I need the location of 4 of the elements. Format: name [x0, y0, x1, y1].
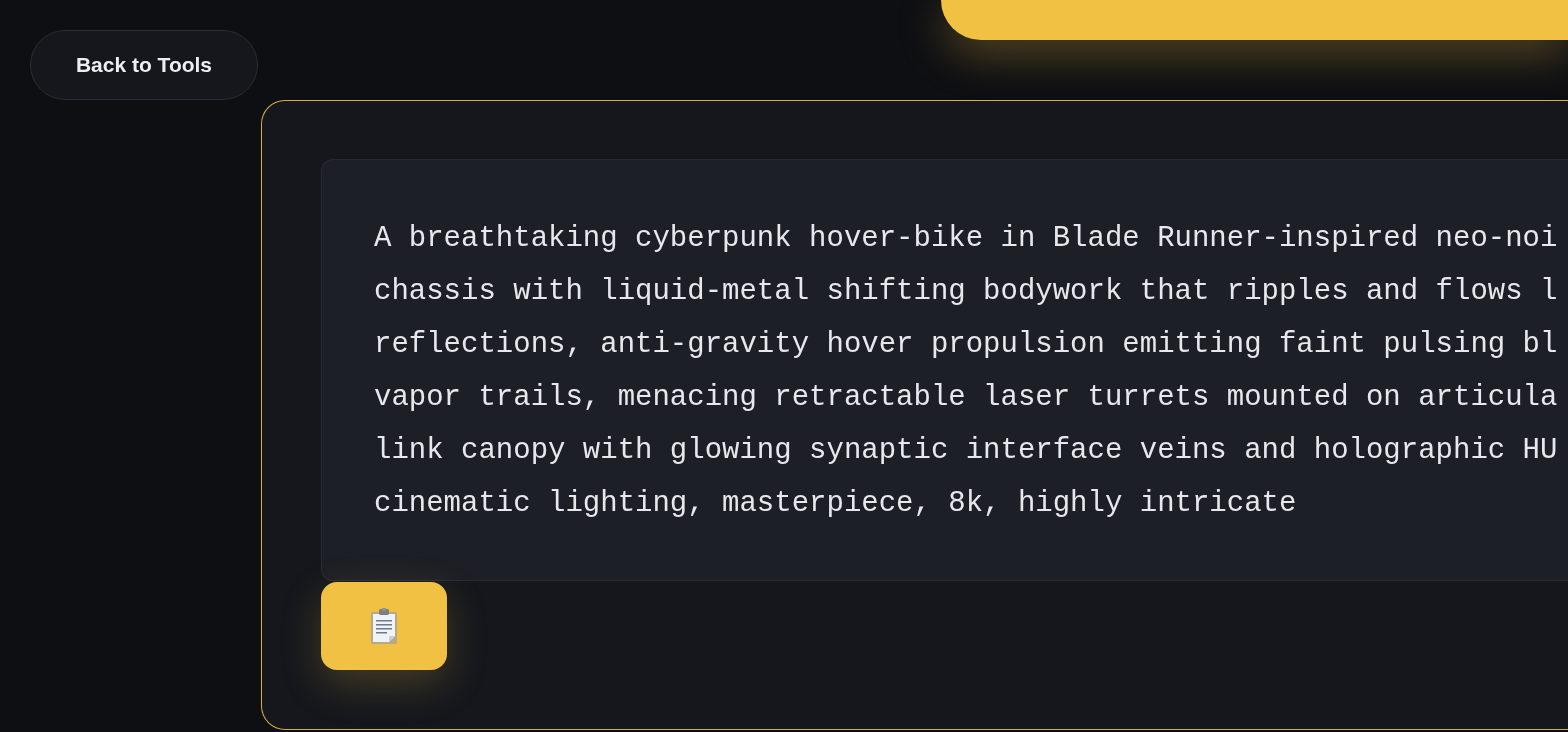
clipboard-icon	[370, 607, 398, 645]
prompt-text: A breathtaking cyberpunk hover-bike in Blade Runner-inspired neo-noi chassis with liquid-metal shifting bodywork that ripples and flows l reflections, anti-gravity hover propulsion emitting faint pulsing bl vapor trails, menacing retractable laser turrets mounted on articula link canopy with glowing synaptic interface veins and holographic HU cinematic lighting, masterpiece, 8k, highly intricate	[374, 221, 1558, 522]
copy-button[interactable]	[321, 582, 447, 670]
back-button[interactable]: Back to Tools	[30, 30, 258, 100]
